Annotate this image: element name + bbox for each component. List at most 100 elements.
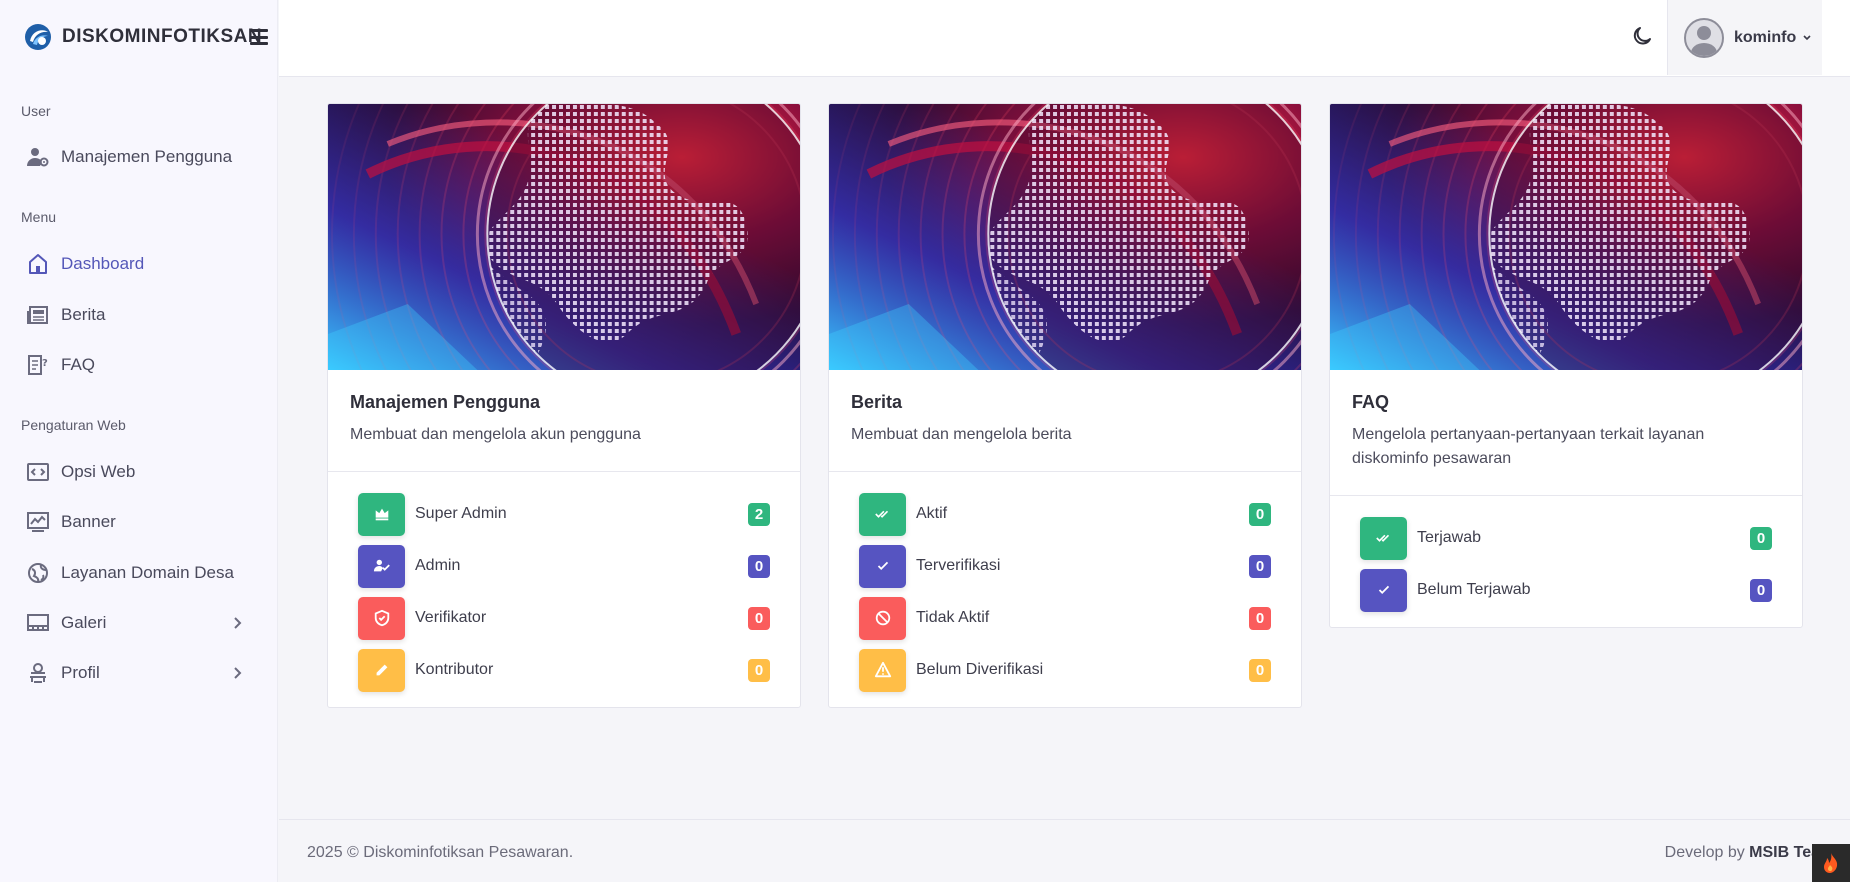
section-label-menu: Menu: [21, 209, 57, 225]
stat-row[interactable]: Terjawab 0: [1360, 512, 1772, 564]
sidebar-item-manajemen-pengguna[interactable]: Manajemen Pengguna: [8, 136, 262, 178]
stat-row[interactable]: Admin 0: [358, 540, 770, 592]
banner-image: [1330, 104, 1802, 370]
count-badge: 0: [1750, 527, 1772, 550]
stat-label: Verifikator: [415, 609, 487, 626]
check-icon: [1360, 568, 1407, 612]
svg-text:?: ?: [42, 358, 48, 369]
ban-icon: [859, 596, 906, 640]
double-check-icon: [1360, 516, 1407, 560]
count-badge: 0: [1750, 579, 1772, 602]
shield-check-icon: [358, 596, 405, 640]
sidebar-item-label: Opsi Web: [61, 462, 136, 481]
stat-row[interactable]: Verifikator 0: [358, 592, 770, 644]
card-description: Membuat dan mengelola berita: [851, 426, 1072, 443]
count-badge: 0: [748, 607, 770, 630]
card-description: Membuat dan mengelola akun pengguna: [350, 426, 641, 443]
stat-row[interactable]: Terverifikasi 0: [859, 540, 1271, 592]
stat-label: Super Admin: [415, 505, 507, 522]
stat-label: Belum Diverifikasi: [916, 661, 1044, 678]
user-name: kominfo: [1734, 28, 1797, 46]
moon-icon[interactable]: [1630, 24, 1654, 48]
stat-list: Aktif 0 Terverifikasi 0 Tidak Aktif 0 Belum Di…: [829, 472, 1301, 707]
sidebar-item-label: Profil: [61, 663, 100, 682]
sidebar-item-layanan-domain-desa[interactable]: Layanan Domain Desa: [8, 552, 262, 594]
user-check-icon: [358, 544, 405, 588]
fire-icon: [1824, 853, 1838, 873]
code-window-icon: [25, 459, 51, 485]
menu-toggle-icon[interactable]: [250, 29, 268, 45]
stat-label: Terjawab: [1417, 529, 1482, 546]
stat-label: Terverifikasi: [916, 557, 1001, 574]
stat-row[interactable]: Kontributor 0: [358, 644, 770, 696]
stat-list: Super Admin 2 Admin 0 Verifikator 0 Kontributo…: [328, 472, 800, 707]
user-menu[interactable]: kominfo: [1667, 0, 1822, 75]
chevron-right-icon: [234, 617, 242, 629]
profile-icon: [25, 660, 51, 686]
count-badge: 0: [748, 555, 770, 578]
sidebar-item-label: Manajemen Pengguna: [61, 147, 233, 166]
footer: 2025 © Diskominfotiksan Pesawaran. Devel…: [279, 819, 1850, 882]
pencil-icon: [358, 648, 405, 692]
brand-name: DISKOMINFOTIKSAN: [62, 26, 263, 47]
stat-list: Terjawab 0 Belum Terjawab 0: [1330, 496, 1802, 627]
globe-icon: [25, 560, 51, 586]
card-berita: Berita Membuat dan mengelola berita Aktif 0…: [828, 103, 1302, 708]
count-badge: 2: [748, 503, 770, 526]
home-icon: [25, 251, 51, 277]
count-badge: 0: [1249, 659, 1271, 682]
count-badge: 0: [748, 659, 770, 682]
stat-row[interactable]: Tidak Aktif 0: [859, 592, 1271, 644]
faq-icon: ?: [25, 352, 51, 378]
sidebar-item-label: Galeri: [61, 613, 107, 632]
section-label-pengaturan-web: Pengaturan Web: [21, 417, 126, 433]
user-cog-icon: [25, 144, 51, 170]
avatar: [1684, 17, 1724, 58]
chevron-down-icon: [1803, 34, 1811, 40]
double-check-icon: [859, 492, 906, 536]
sidebar-item-dashboard[interactable]: Dashboard: [8, 243, 262, 285]
footer-credit-team[interactable]: MSIB Tea: [1749, 844, 1820, 861]
sidebar-item-label: Banner: [61, 512, 116, 531]
stat-label: Kontributor: [415, 661, 494, 678]
banner-image: [328, 104, 800, 370]
card-title: Manajemen Pengguna: [350, 392, 541, 412]
footer-credit-prefix: Develop by: [1664, 844, 1750, 861]
card-manajemen-pengguna: Manajemen Pengguna Membuat dan mengelola …: [327, 103, 801, 708]
stat-row[interactable]: Aktif 0: [859, 488, 1271, 540]
stat-label: Admin: [415, 557, 461, 574]
card-description: Mengelola pertanyaan-pertanyaan terkait …: [1352, 426, 1705, 467]
fire-button[interactable]: [1812, 844, 1850, 882]
sidebar-item-galeri[interactable]: Galeri: [8, 602, 262, 644]
stat-row[interactable]: Belum Diverifikasi 0: [859, 644, 1271, 696]
chart-image-icon: [25, 509, 51, 535]
card-title: FAQ: [1352, 392, 1390, 412]
banner-image: [829, 104, 1301, 370]
chevron-right-icon: [234, 667, 242, 679]
sidebar-item-label: Dashboard: [61, 254, 145, 273]
brand[interactable]: DISKOMINFOTIKSAN: [24, 22, 262, 52]
stat-label: Belum Terjawab: [1417, 581, 1531, 598]
footer-copyright: 2025 © Diskominfotiksan Pesawaran.: [307, 844, 574, 861]
stat-row[interactable]: Belum Terjawab 0: [1360, 564, 1772, 616]
stat-label: Aktif: [916, 505, 948, 522]
sidebar-item-opsi-web[interactable]: Opsi Web: [8, 451, 262, 493]
sidebar-item-banner[interactable]: Banner: [8, 501, 262, 543]
gallery-icon: [25, 610, 51, 636]
kominfo-logo-icon: [25, 24, 51, 50]
sidebar-item-faq[interactable]: ? FAQ: [8, 344, 262, 386]
count-badge: 0: [1249, 503, 1271, 526]
card-title: Berita: [851, 392, 903, 412]
sidebar-item-label: Layanan Domain Desa: [61, 563, 234, 582]
check-icon: [859, 544, 906, 588]
footer-credit: Develop by MSIB Tea: [1665, 844, 1820, 862]
stat-row[interactable]: Super Admin 2: [358, 488, 770, 540]
sidebar-item-berita[interactable]: Berita: [8, 294, 262, 336]
topbar: [279, 0, 1850, 77]
sidebar-item-profil[interactable]: Profil: [8, 652, 262, 694]
section-label-user: User: [21, 103, 51, 119]
crown-icon: [358, 492, 405, 536]
count-badge: 0: [1249, 607, 1271, 630]
count-badge: 0: [1249, 555, 1271, 578]
card-faq: FAQ Mengelola pertanyaan-pertanyaan terka…: [1329, 103, 1803, 628]
